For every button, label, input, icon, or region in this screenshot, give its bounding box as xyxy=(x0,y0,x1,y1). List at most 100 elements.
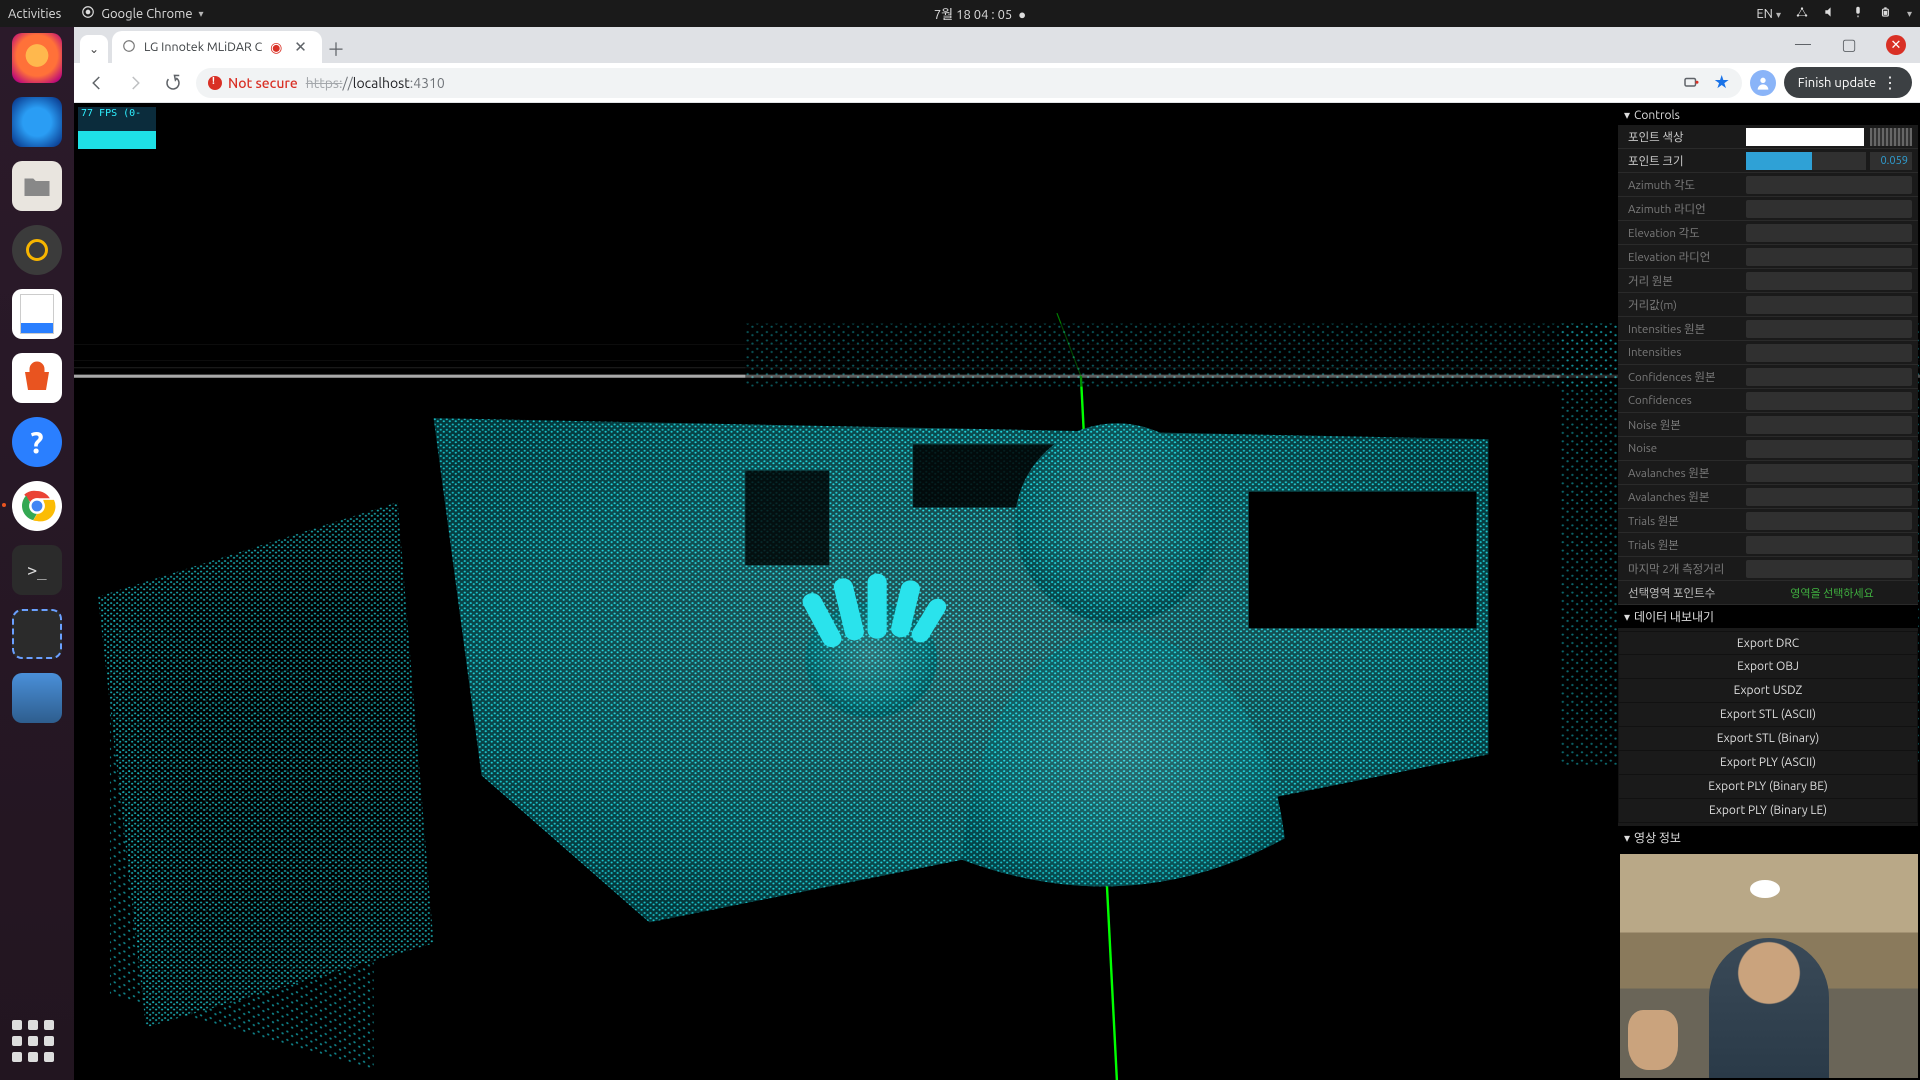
bookmark-star-icon[interactable]: ★ xyxy=(1714,72,1730,93)
trials-raw-field[interactable] xyxy=(1746,512,1912,530)
dock-active-indicator xyxy=(2,503,6,507)
control-row-intensities: Intensities xyxy=(1618,341,1918,365)
tab-title: LG Innotek MLiDAR C xyxy=(144,40,262,54)
noise-raw-field[interactable] xyxy=(1746,416,1912,434)
control-row-distance-m: 거리값(m) xyxy=(1618,293,1918,317)
tab-close-button[interactable]: ✕ xyxy=(290,38,311,56)
distance-raw-field[interactable] xyxy=(1746,272,1912,290)
network-icon[interactable] xyxy=(1795,5,1809,22)
chrome-window: ⌄ LG Innotek MLiDAR C ◉ ✕ ＋ — ▢ ✕ Not se… xyxy=(74,27,1920,1080)
show-applications[interactable] xyxy=(12,1020,54,1062)
dock-software[interactable] xyxy=(12,353,62,403)
elevation-rad-field[interactable] xyxy=(1746,248,1912,266)
controls-section-header[interactable]: ▾ Controls xyxy=(1618,105,1918,125)
export-obj-button[interactable]: Export OBJ xyxy=(1618,655,1918,679)
color-picker-handle[interactable] xyxy=(1870,128,1912,146)
chrome-tabstrip: ⌄ LG Innotek MLiDAR C ◉ ✕ ＋ — ▢ ✕ xyxy=(74,27,1920,63)
control-row-intensities-raw: Intensities 원본 xyxy=(1618,317,1918,341)
noise-field[interactable] xyxy=(1746,440,1912,458)
export-section-header[interactable]: ▾ 데이터 내보내기 xyxy=(1618,605,1918,628)
controls-panel: ▾ Controls 포인트 색상 포인트 크기 0.059 Azimuth 각… xyxy=(1618,105,1918,849)
export-usdz-button[interactable]: Export USDZ xyxy=(1618,679,1918,703)
color-swatch[interactable] xyxy=(1746,128,1864,146)
export-drc-button[interactable]: Export DRC xyxy=(1618,631,1918,655)
control-row-trials-raw-2: Trials 원본 xyxy=(1618,533,1918,557)
dock-rhythmbox[interactable] xyxy=(12,225,62,275)
export-buttons: Export DRC Export OBJ Export USDZ Export… xyxy=(1618,628,1918,826)
mic-icon[interactable] xyxy=(1851,5,1865,22)
export-ply-binary-le-button[interactable]: Export PLY (Binary LE) xyxy=(1618,799,1918,823)
dock-help[interactable]: ? xyxy=(12,417,62,467)
tab-favicon-icon xyxy=(122,39,136,56)
dock-image-viewer[interactable] xyxy=(12,673,62,723)
azimuth-rad-field[interactable] xyxy=(1746,200,1912,218)
lidar-viewer-page: 77 FPS (0-145) xyxy=(74,103,1920,1080)
distance-m-field[interactable] xyxy=(1746,296,1912,314)
omnibox[interactable]: Not secure https://localhost:4310 ★ xyxy=(196,68,1742,98)
security-indicator[interactable]: Not secure xyxy=(208,75,298,91)
export-ply-binary-be-button[interactable]: Export PLY (Binary BE) xyxy=(1618,775,1918,799)
control-row-elevation-rad: Elevation 라디언 xyxy=(1618,245,1918,269)
window-minimize-button[interactable]: — xyxy=(1780,27,1826,61)
chevron-down-icon: ▾ xyxy=(199,8,204,20)
control-row-avalanches-raw-2: Avalanches 원본 xyxy=(1618,485,1918,509)
last-two-distance-field[interactable] xyxy=(1746,560,1912,578)
trials-raw-field-2[interactable] xyxy=(1746,536,1912,554)
confidences-raw-field[interactable] xyxy=(1746,368,1912,386)
elevation-deg-field[interactable] xyxy=(1746,224,1912,242)
export-stl-ascii-button[interactable]: Export STL (ASCII) xyxy=(1618,703,1918,727)
intensities-field[interactable] xyxy=(1746,344,1912,362)
nav-reload-button[interactable] xyxy=(158,68,188,98)
finish-update-button[interactable]: Finish update ⋮ xyxy=(1784,67,1912,98)
dock-terminal[interactable]: >_ xyxy=(12,545,62,595)
avalanches-raw-field-2[interactable] xyxy=(1746,488,1912,506)
window-maximize-button[interactable]: ▢ xyxy=(1826,27,1872,61)
ceiling-light xyxy=(1750,880,1780,898)
control-row-point-color: 포인트 색상 xyxy=(1618,125,1918,149)
control-row-distance-raw: 거리 원본 xyxy=(1618,269,1918,293)
azimuth-deg-field[interactable] xyxy=(1746,176,1912,194)
browser-tab[interactable]: LG Innotek MLiDAR C ◉ ✕ xyxy=(112,31,322,63)
dock-firefox[interactable] xyxy=(12,33,62,83)
control-row-azimuth-rad: Azimuth 라디언 xyxy=(1618,197,1918,221)
profile-avatar[interactable] xyxy=(1750,70,1776,96)
control-row-last-two-distance: 마지막 2개 측정거리 xyxy=(1618,557,1918,581)
dock-thunderbird[interactable] xyxy=(12,97,62,147)
new-tab-button[interactable]: ＋ xyxy=(322,35,350,63)
video-section-header[interactable]: ▾ 영상 정보 xyxy=(1618,826,1918,849)
dock-chrome[interactable] xyxy=(12,481,62,531)
control-row-confidences-raw: Confidences 원본 xyxy=(1618,365,1918,389)
control-row-elevation-deg: Elevation 각도 xyxy=(1618,221,1918,245)
system-menu-chevron-icon[interactable]: ▾ xyxy=(1907,8,1912,20)
input-source[interactable]: EN ▾ xyxy=(1756,7,1781,21)
app-menu[interactable]: Google Chrome ▾ xyxy=(81,5,203,22)
point-size-value[interactable]: 0.059 xyxy=(1870,152,1912,170)
confidences-field[interactable] xyxy=(1746,392,1912,410)
tab-search-button[interactable]: ⌄ xyxy=(80,35,108,63)
activities-button[interactable]: Activities xyxy=(8,7,61,21)
dock-writer[interactable] xyxy=(12,289,62,339)
dock-files[interactable] xyxy=(12,161,62,211)
clock[interactable]: 7월 18 04 : 05 xyxy=(934,8,1012,22)
nav-back-button[interactable] xyxy=(82,68,112,98)
export-stl-binary-button[interactable]: Export STL (Binary) xyxy=(1618,727,1918,751)
volume-icon[interactable] xyxy=(1823,5,1837,22)
ubuntu-dock: ? >_ xyxy=(0,27,74,1080)
battery-icon[interactable] xyxy=(1879,5,1893,22)
window-close-button[interactable]: ✕ xyxy=(1886,35,1906,55)
control-row-noise-raw: Noise 원본 xyxy=(1618,413,1918,437)
point-size-slider[interactable] xyxy=(1746,152,1866,170)
intensities-raw-field[interactable] xyxy=(1746,320,1912,338)
dock-screenshot[interactable] xyxy=(12,609,62,659)
url-display: https://localhost:4310 xyxy=(306,75,445,91)
control-row-azimuth-deg: Azimuth 각도 xyxy=(1618,173,1918,197)
app-menu-label: Google Chrome xyxy=(101,7,192,21)
control-row-confidences: Confidences xyxy=(1618,389,1918,413)
control-row-noise: Noise xyxy=(1618,437,1918,461)
recording-indicator-icon: ◉ xyxy=(270,41,282,53)
export-ply-ascii-button[interactable]: Export PLY (ASCII) xyxy=(1618,751,1918,775)
screen-share-icon[interactable] xyxy=(1676,68,1706,98)
control-row-selection-count: 선택영역 포인트수 영역을 선택하세요 xyxy=(1618,581,1918,605)
selection-hint: 영역을 선택하세요 xyxy=(1746,585,1918,601)
avalanches-raw-field[interactable] xyxy=(1746,464,1912,482)
